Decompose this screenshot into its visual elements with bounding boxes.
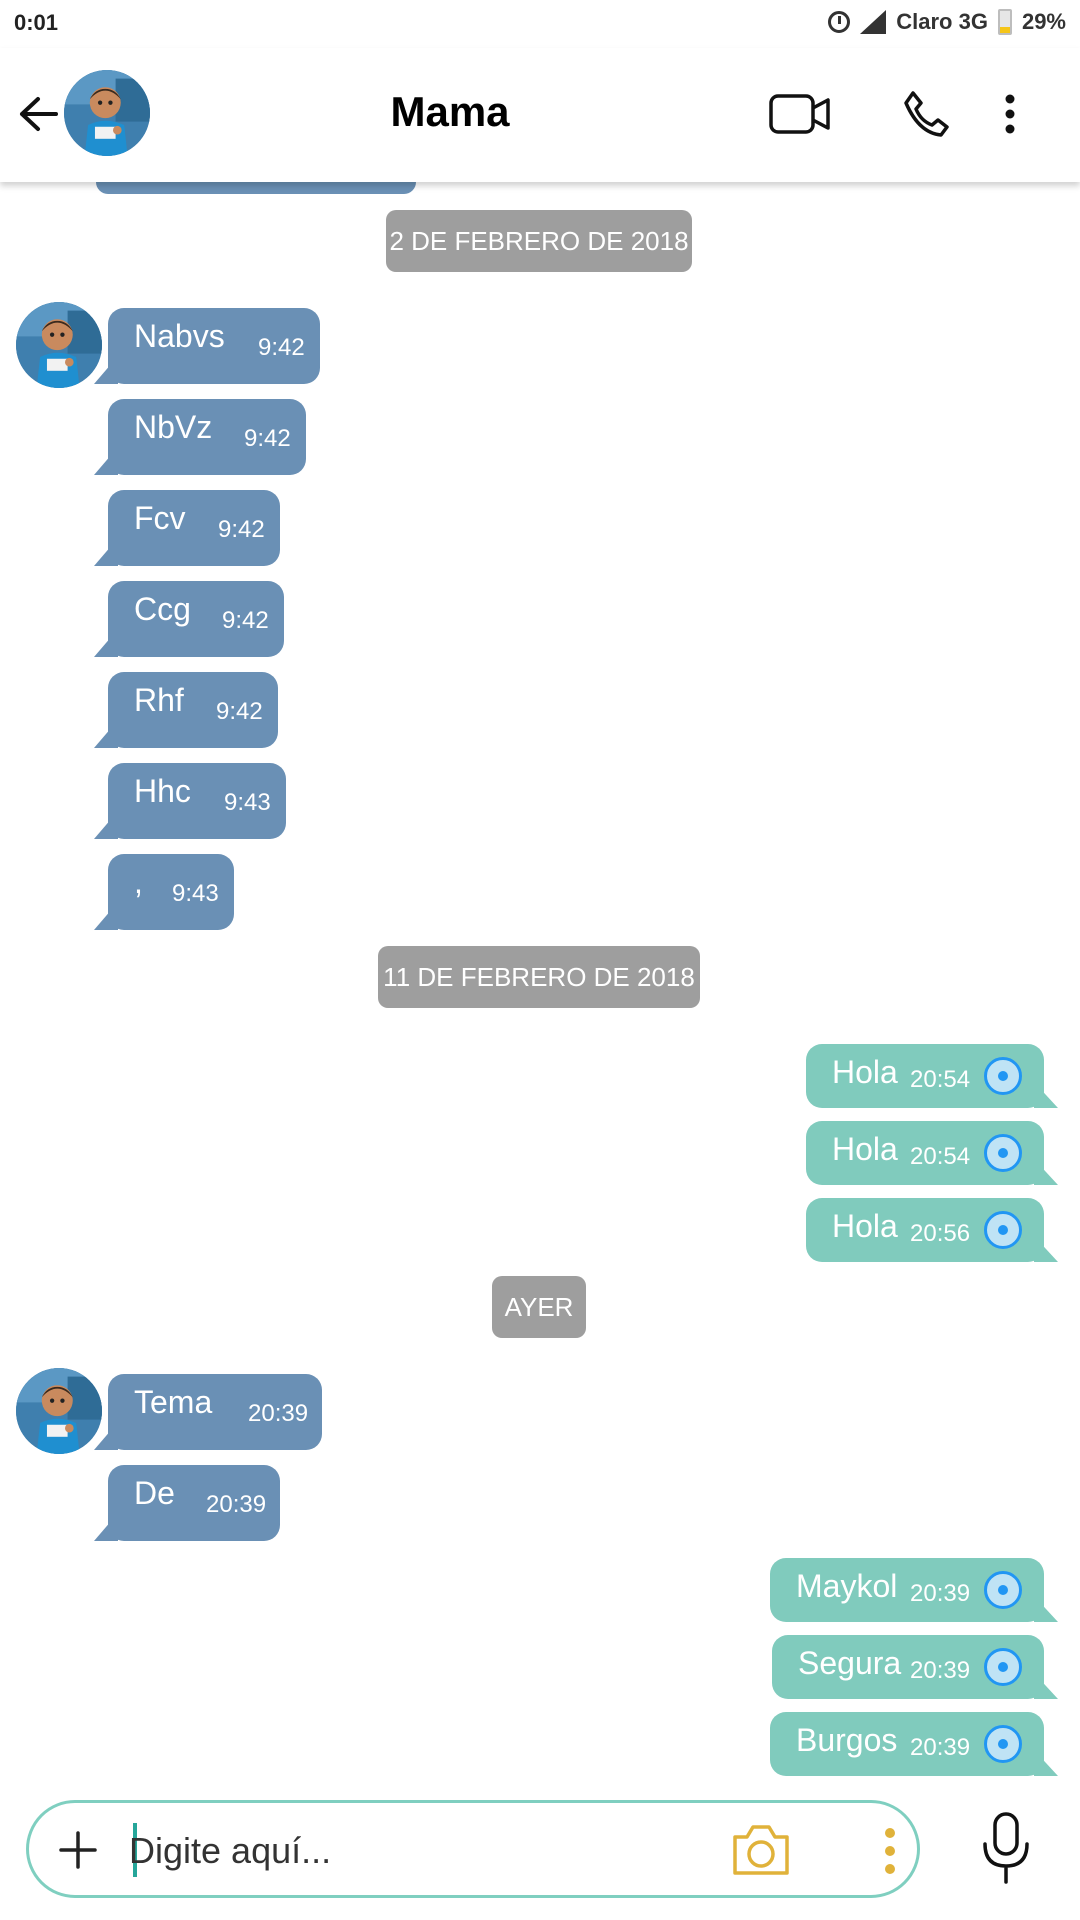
read-status-icon [984, 1648, 1022, 1686]
message-time: 20:39 [910, 1580, 971, 1607]
microphone-icon [983, 1812, 1029, 1884]
message-bubble[interactable]: Nabvs 9:42 [94, 308, 320, 384]
plus-icon [59, 1831, 97, 1869]
more-options-button[interactable] [990, 84, 1030, 144]
camera-button[interactable] [729, 1821, 793, 1879]
message-text: , [134, 864, 143, 900]
read-status-icon [984, 1057, 1022, 1095]
message-text: Hhc [134, 773, 191, 809]
message-composer [26, 1800, 920, 1898]
phone-icon [904, 91, 949, 137]
message-time: 9:42 [258, 334, 305, 361]
message-bubble[interactable]: Hhc 9:43 [94, 763, 286, 839]
more-vert-icon [1005, 94, 1015, 134]
message-bubble[interactable]: Hola 20:56 [806, 1198, 1058, 1262]
status-right: Claro 3G 29% [828, 9, 1066, 35]
carrier-label: Claro 3G [896, 9, 988, 34]
message-text: Burgos [796, 1722, 898, 1758]
message-text: Hola [832, 1208, 898, 1244]
message-text: Rhf [134, 682, 184, 718]
status-bar: 0:01 Claro 3G 29% [0, 0, 1080, 48]
message-time: 20:54 [910, 1143, 971, 1170]
message-time: 20:39 [248, 1400, 309, 1427]
message-bubble[interactable]: De 20:39 [94, 1465, 280, 1541]
message-text: Fcv [134, 500, 186, 536]
message-bubble[interactable]: Burgos 20:39 [770, 1712, 1058, 1776]
message-text: Maykol [796, 1568, 898, 1604]
message-time: 20:39 [910, 1657, 971, 1684]
message-text: NbVz [134, 409, 213, 445]
status-time: 0:01 [14, 10, 59, 35]
message-text: Hola [832, 1054, 898, 1090]
message-time: 20:54 [910, 1066, 971, 1093]
battery-percent: 29% [1021, 9, 1066, 34]
chat-header: Mama [0, 48, 1080, 182]
message-time: 20:56 [910, 1220, 971, 1247]
message-text: De [134, 1475, 175, 1511]
composer-options-button[interactable] [875, 1819, 905, 1883]
message-time: 9:43 [224, 789, 271, 816]
message-input[interactable] [129, 1823, 689, 1879]
more-vert-icon [885, 1828, 895, 1874]
message-bubble[interactable]: Hola 20:54 [806, 1044, 1058, 1108]
message-bubble[interactable]: Tema 20:39 [94, 1374, 322, 1450]
message-bubble[interactable]: Segura 20:39 [772, 1635, 1058, 1699]
message-time: 20:39 [910, 1734, 971, 1761]
message-bubble[interactable]: NbVz 9:42 [94, 399, 306, 475]
attach-button[interactable] [51, 1823, 105, 1877]
message-time: 9:42 [216, 698, 263, 725]
read-status-icon [984, 1211, 1022, 1249]
voice-message-button[interactable] [976, 1810, 1036, 1886]
message-text: Hola [832, 1131, 898, 1167]
sender-avatar[interactable] [16, 302, 102, 388]
camera-icon [733, 1825, 789, 1875]
battery-icon [997, 9, 1012, 35]
video-call-icon [769, 94, 830, 134]
alarm-icon [828, 11, 851, 33]
message-bubble[interactable]: Fcv 9:42 [94, 490, 280, 566]
read-status-icon [984, 1725, 1022, 1763]
date-separator: 11 DE FEBRERO DE 2018 [378, 946, 700, 1008]
message-bubble[interactable]: Ccg 9:42 [94, 581, 284, 657]
message-list[interactable]: 2 DE FEBRERO DE 2018 Nabvs 9:42 NbVz 9:4… [0, 182, 1080, 1782]
signal-icon [860, 10, 887, 34]
message-text: Ccg [134, 591, 191, 627]
battery-fill [999, 26, 1010, 33]
message-text: Nabvs [134, 318, 225, 354]
date-separator: AYER [492, 1276, 586, 1338]
message-time: 9:42 [244, 425, 291, 452]
partial-message [96, 182, 416, 194]
message-bubble[interactable]: Rhf 9:42 [94, 672, 278, 748]
message-text: Segura [798, 1645, 902, 1681]
message-time: 20:39 [206, 1491, 267, 1518]
date-separator: 2 DE FEBRERO DE 2018 [386, 210, 692, 272]
message-time: 9:43 [172, 880, 219, 907]
sender-avatar[interactable] [16, 1368, 102, 1454]
video-call-button[interactable] [764, 84, 836, 144]
message-time: 9:42 [222, 607, 269, 634]
message-bubble[interactable]: Hola 20:54 [806, 1121, 1058, 1185]
message-text: Tema [134, 1384, 213, 1420]
voice-call-button[interactable] [890, 84, 962, 144]
message-bubble[interactable]: Maykol 20:39 [770, 1558, 1058, 1622]
read-status-icon [984, 1571, 1022, 1609]
message-time: 9:42 [218, 516, 265, 543]
read-status-icon [984, 1134, 1022, 1172]
message-bubble[interactable]: , 9:43 [94, 854, 234, 930]
